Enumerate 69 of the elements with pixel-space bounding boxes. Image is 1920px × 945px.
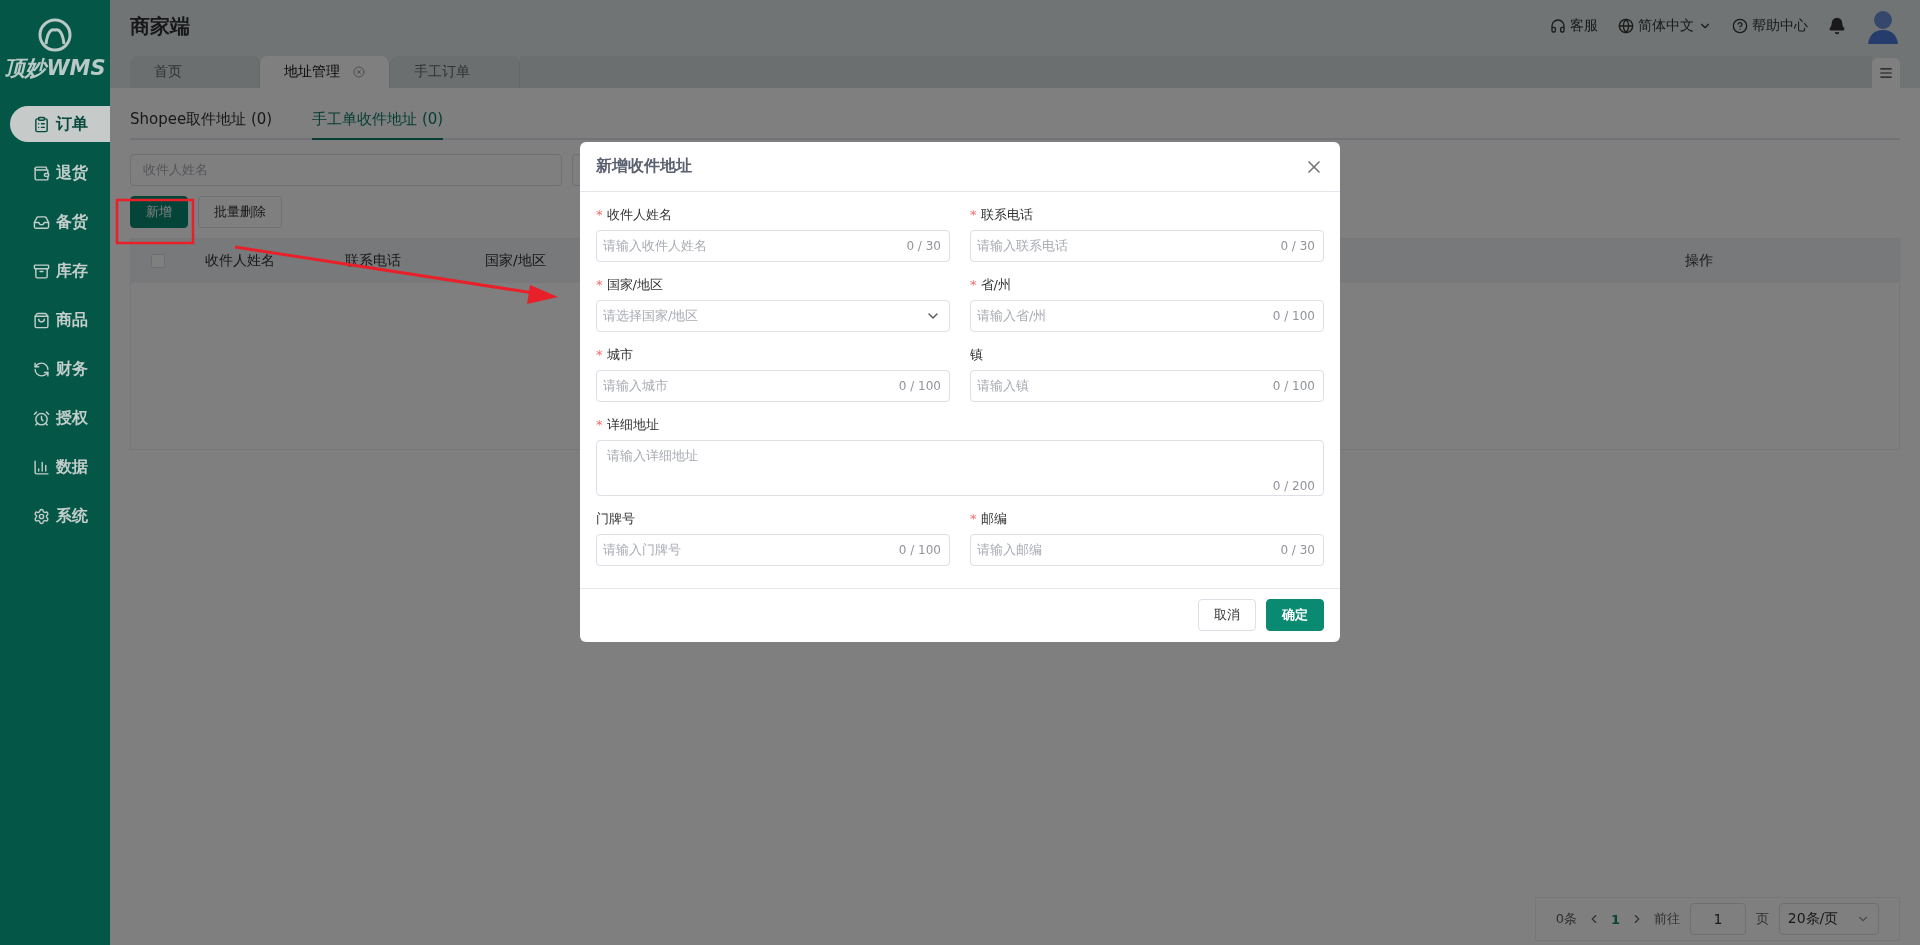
- add-button[interactable]: 新增: [130, 196, 188, 228]
- page-tab[interactable]: 首页: [130, 56, 260, 88]
- headset-icon: [1550, 18, 1566, 34]
- cancel-button[interactable]: 取消: [1198, 599, 1256, 631]
- input-field[interactable]: 请输入联系电话 0 / 30: [970, 230, 1324, 262]
- goto-label: 前往: [1654, 910, 1680, 928]
- page-size-select[interactable]: 20条/页: [1779, 903, 1879, 935]
- field-label: * 收件人姓名: [596, 206, 673, 224]
- avatar-icon[interactable]: [1866, 8, 1900, 44]
- field-label: 门牌号: [596, 510, 636, 528]
- sidebar-item[interactable]: 系统: [10, 498, 110, 534]
- dialog-title: 新增收件地址: [596, 156, 692, 177]
- sub-tab[interactable]: Shopee取件地址 (0): [130, 102, 273, 140]
- header-link[interactable]: 客服: [1550, 17, 1598, 35]
- input-field[interactable]: 请输入收件人姓名 0 / 30: [596, 230, 950, 262]
- sidebar-item[interactable]: 订单: [10, 106, 110, 142]
- archive-icon: [32, 262, 50, 280]
- header-link[interactable]: 简体中文: [1618, 17, 1712, 35]
- page-number[interactable]: 1: [1610, 911, 1620, 927]
- sidebar-item[interactable]: 库存: [10, 253, 110, 289]
- input-field[interactable]: 请输入邮编 0 / 30: [970, 534, 1324, 566]
- input-field[interactable]: 请输入镇 0 / 100: [970, 370, 1324, 402]
- bag-icon: [32, 311, 50, 329]
- field-label: * 联系电话: [970, 206, 1034, 224]
- alarm-clock-icon: [32, 409, 50, 427]
- field-label: * 省/州: [970, 276, 1012, 294]
- field-label: * 详细地址: [596, 416, 660, 434]
- column-header: 国家/地区: [485, 252, 547, 270]
- field-label: * 邮编: [970, 510, 1008, 528]
- app-title: 商家端: [130, 12, 191, 40]
- sub-tab[interactable]: 手工单收件地址 (0): [312, 102, 444, 140]
- sidebar-item[interactable]: 授权: [10, 400, 110, 436]
- input-field[interactable]: 请输入门牌号 0 / 100: [596, 534, 950, 566]
- total-count: 0条: [1555, 910, 1577, 928]
- column-header: 收件人姓名: [205, 252, 276, 270]
- refresh-icon: [32, 360, 50, 378]
- clipboard-icon: [32, 115, 50, 133]
- input-field[interactable]: 请输入省/州 0 / 100: [970, 300, 1324, 332]
- batch-delete-button[interactable]: 批量删除: [198, 196, 282, 228]
- help-icon: [1732, 18, 1748, 34]
- sidebar-item[interactable]: 数据: [10, 449, 110, 485]
- textarea-field[interactable]: 请输入详细地址 0 / 200: [596, 440, 1324, 496]
- menu-icon: [1879, 66, 1893, 80]
- field-label: * 国家/地区: [596, 276, 664, 294]
- close-icon[interactable]: [353, 66, 365, 78]
- sidebar-item[interactable]: 商品: [10, 302, 110, 338]
- bar-chart-icon: [32, 458, 50, 476]
- inbox-icon: [32, 213, 50, 231]
- page-tab[interactable]: 手工订单: [390, 56, 520, 88]
- sidebar-item[interactable]: 备货: [10, 204, 110, 240]
- header-link[interactable]: 帮助中心: [1732, 17, 1808, 35]
- field-label: * 城市: [596, 346, 634, 364]
- menu-button[interactable]: [1872, 58, 1900, 88]
- select-field[interactable]: 请选择国家/地区: [596, 300, 950, 332]
- sidebar-item[interactable]: 退货: [10, 155, 110, 191]
- column-header: 操作: [1685, 252, 1714, 270]
- page-tab[interactable]: 地址管理: [260, 56, 390, 88]
- logo-text: 顶妙WMS: [4, 55, 106, 82]
- settings-icon: [32, 507, 50, 525]
- input-field[interactable]: 请输入城市 0 / 100: [596, 370, 950, 402]
- wallet-icon: [32, 164, 50, 182]
- logo-icon: [36, 18, 74, 52]
- sidebar-item[interactable]: 财务: [10, 351, 110, 387]
- confirm-button[interactable]: 确定: [1266, 599, 1324, 631]
- field-label: 镇: [970, 346, 984, 364]
- page-input[interactable]: 1: [1690, 903, 1746, 935]
- page-unit: 页: [1756, 910, 1769, 928]
- globe-icon: [1618, 18, 1634, 34]
- notification-icon[interactable]: [1828, 17, 1846, 35]
